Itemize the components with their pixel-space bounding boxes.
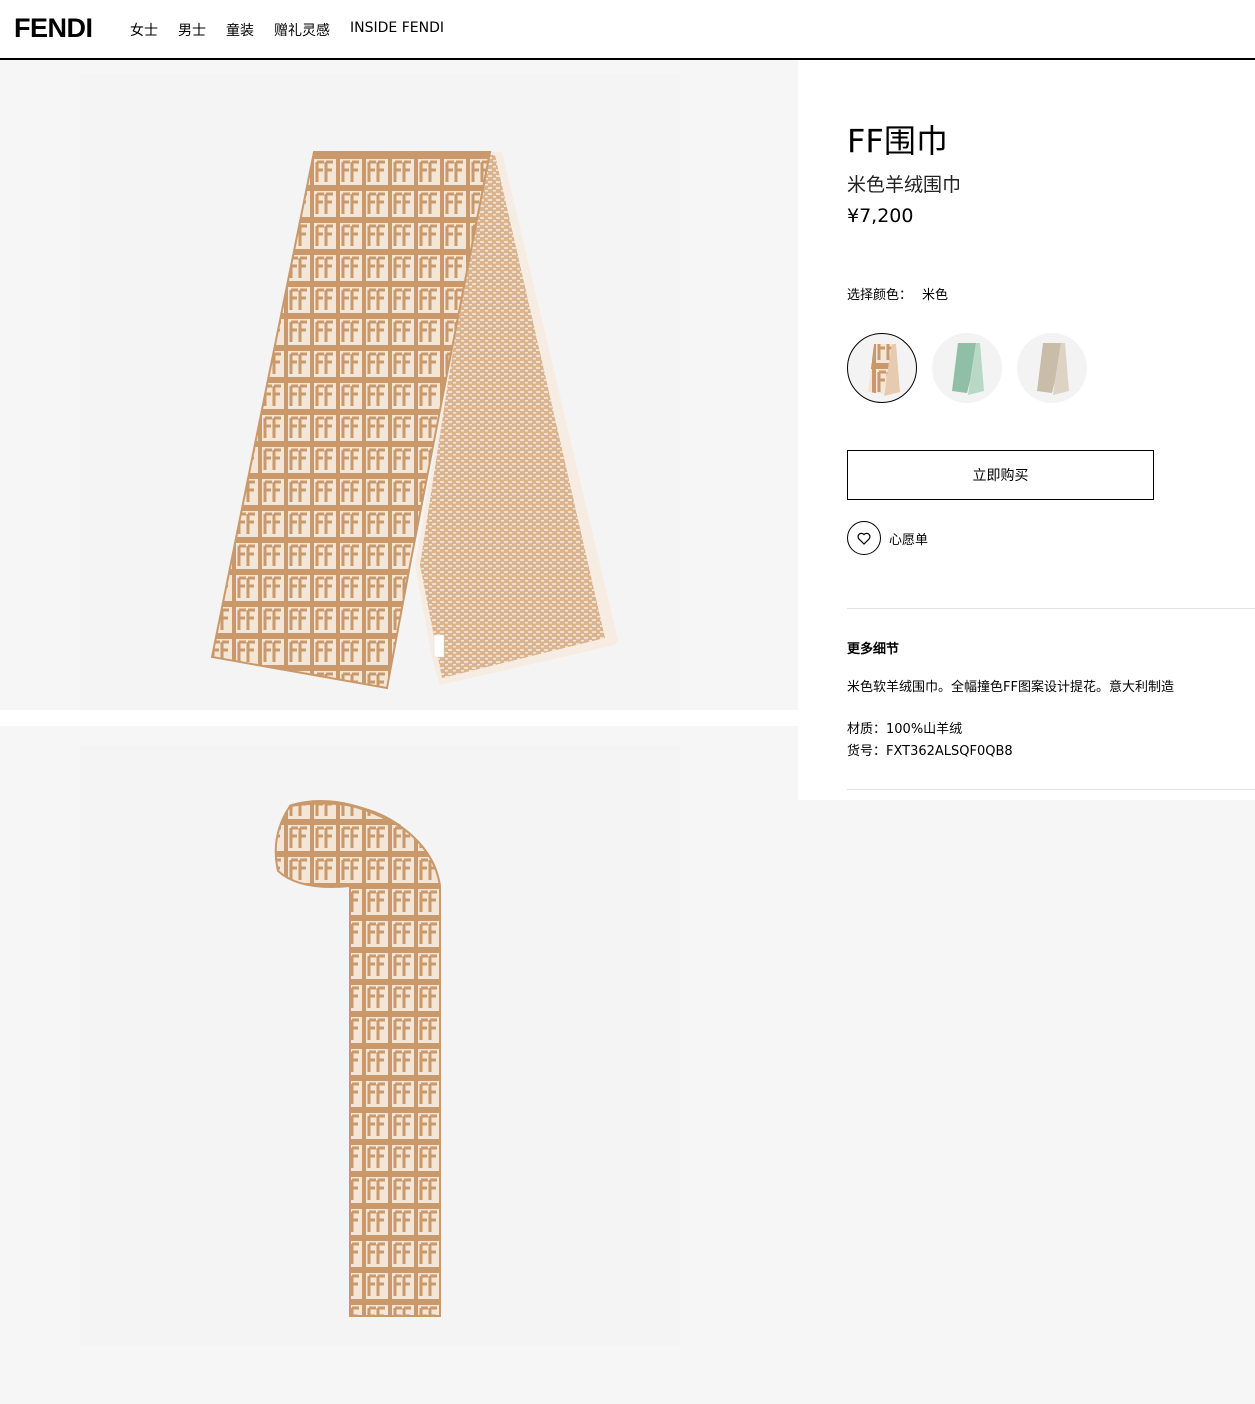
color-swatch-mint[interactable] bbox=[932, 333, 1002, 403]
scarf-thumbnail-mint bbox=[952, 343, 984, 395]
scarf-thumbnail-beige bbox=[868, 344, 900, 396]
product-price: ¥7,200 bbox=[847, 205, 914, 227]
image-separator bbox=[0, 710, 798, 726]
buy-now-button[interactable]: 立即购买 bbox=[847, 450, 1154, 500]
nav-item-gifts[interactable]: 赠礼灵感 bbox=[274, 20, 330, 40]
scarf-flat-illustration bbox=[0, 60, 798, 710]
color-swatch-taupe[interactable] bbox=[1017, 333, 1087, 403]
site-header: FENDI 女士 男士 童装 赠礼灵感 INSIDE FENDI bbox=[0, 0, 1255, 60]
nav-item-women[interactable]: 女士 bbox=[130, 20, 158, 40]
product-image-main[interactable] bbox=[0, 60, 798, 710]
divider-bottom bbox=[847, 789, 1255, 790]
color-label-text: 选择颜色： bbox=[847, 288, 913, 303]
wishlist-button[interactable]: 心愿单 bbox=[847, 521, 928, 555]
nav-item-men[interactable]: 男士 bbox=[178, 20, 206, 40]
nav-item-inside-fendi[interactable]: INSIDE FENDI bbox=[350, 20, 444, 40]
details-sku: 货号：FXT362ALSQF0QB8 bbox=[847, 744, 1013, 759]
details-description: 米色软羊绒围巾。全幅撞色FF图案设计提花。意大利制造 bbox=[847, 680, 1174, 695]
product-title: FF围巾 bbox=[847, 122, 948, 160]
color-label-value: 米色 bbox=[922, 288, 949, 303]
divider-top bbox=[847, 608, 1255, 609]
details-material: 材质：100%山羊绒 bbox=[847, 722, 963, 737]
nav-item-kids[interactable]: 童装 bbox=[226, 20, 254, 40]
wishlist-label: 心愿单 bbox=[889, 532, 929, 548]
brand-logo[interactable]: FENDI bbox=[14, 13, 93, 44]
scarf-thumbnail-taupe bbox=[1037, 343, 1069, 395]
product-subtitle: 米色羊绒围巾 bbox=[847, 174, 962, 196]
product-image-secondary[interactable] bbox=[0, 726, 798, 1400]
wishlist-icon-circle bbox=[847, 521, 881, 555]
color-selector-label: 选择颜色： 米色 bbox=[847, 284, 948, 303]
details-heading[interactable]: 更多细节 bbox=[847, 638, 899, 657]
color-swatch-beige[interactable] bbox=[847, 333, 917, 403]
product-info-panel: FF围巾 米色羊绒围巾 ¥7,200 选择颜色： 米色 立即购买 心愿单 更多细节 bbox=[798, 60, 1255, 800]
heart-icon bbox=[857, 532, 871, 545]
main-nav: 女士 男士 童装 赠礼灵感 INSIDE FENDI bbox=[130, 20, 464, 40]
scarf-hanging-illustration bbox=[0, 726, 798, 1400]
